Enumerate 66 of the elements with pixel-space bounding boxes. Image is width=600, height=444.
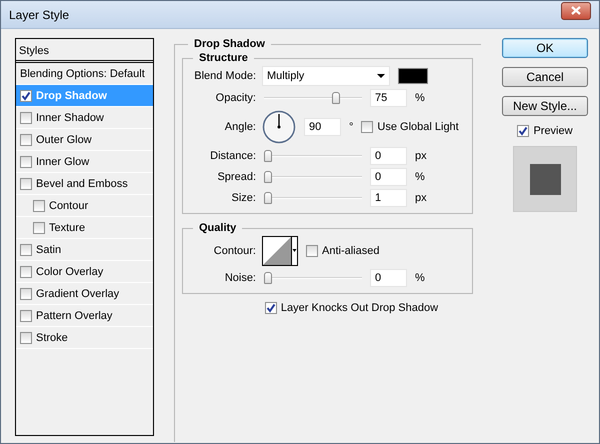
group-title: Quality — [198, 222, 238, 234]
value-field[interactable]: 0 — [370, 147, 407, 165]
field-label: Noise: — [224, 272, 256, 284]
value-field[interactable]: 0 — [370, 168, 407, 186]
value-field[interactable]: 1 — [370, 189, 407, 207]
check-icon — [21, 90, 31, 100]
style-list-item[interactable]: Bevel and Emboss — [16, 173, 153, 195]
slider-track[interactable] — [264, 191, 362, 205]
slider-thumb[interactable] — [264, 192, 272, 204]
angle-dial[interactable] — [262, 110, 296, 144]
field-label: Blend Mode: — [193, 70, 256, 82]
style-list-item[interactable]: Stroke — [16, 327, 153, 349]
style-list-item[interactable]: Pattern Overlay — [16, 305, 153, 327]
checkbox[interactable]: Anti-aliased — [306, 245, 380, 257]
slider-track[interactable] — [264, 271, 362, 285]
unit-label: ° — [349, 121, 354, 133]
slider-track[interactable] — [264, 91, 362, 105]
check-icon — [518, 126, 528, 136]
style-list-item[interactable]: Texture — [16, 217, 153, 239]
checkbox[interactable]: Layer Knocks Out Drop Shadow — [264, 302, 438, 314]
field-label: Size: — [230, 192, 256, 204]
field-label: Spread: — [216, 171, 256, 183]
preview-thumbnail — [513, 146, 577, 212]
dialog-button[interactable]: Cancel — [502, 67, 588, 87]
contour-picker[interactable] — [262, 236, 298, 266]
slider-thumb[interactable] — [264, 171, 272, 183]
style-list-item[interactable]: Satin — [16, 239, 153, 261]
close-button[interactable] — [561, 2, 591, 20]
checkbox[interactable]: Preview — [517, 125, 573, 137]
value-field[interactable]: 75 — [370, 89, 407, 107]
dialog-button[interactable]: New Style... — [502, 96, 588, 116]
list-header: Styles — [16, 39, 153, 63]
value-field[interactable]: 0 — [370, 269, 407, 287]
color-swatch[interactable] — [398, 68, 428, 84]
caret-icon — [291, 237, 297, 265]
unit-label: px — [415, 192, 427, 204]
field-label: Opacity: — [214, 92, 256, 104]
field-label: Angle: — [224, 121, 256, 133]
unit-label: % — [415, 171, 425, 183]
unit-label: px — [415, 150, 427, 162]
checkbox[interactable]: Use Global Light — [361, 121, 459, 133]
caret-icon — [377, 74, 385, 78]
close-icon — [571, 6, 581, 15]
style-list-item[interactable]: Color Overlay — [16, 261, 153, 283]
check-icon — [266, 303, 276, 313]
field-label: Distance: — [209, 150, 256, 162]
style-list-item[interactable]: Outer Glow — [16, 129, 153, 151]
slider-thumb[interactable] — [332, 92, 340, 104]
style-list-item[interactable]: Gradient Overlay — [16, 283, 153, 305]
value-field[interactable]: 90 — [304, 118, 341, 136]
blend-mode-dropdown[interactable]: Multiply — [262, 66, 390, 86]
group-title: Structure — [198, 52, 249, 64]
contour-curve-icon — [263, 237, 291, 265]
field-label: Contour: — [212, 245, 256, 257]
style-list-item[interactable]: Contour — [16, 195, 153, 217]
unit-label: % — [415, 92, 425, 104]
slider-thumb[interactable] — [264, 272, 272, 284]
dialog-button[interactable]: OK — [502, 38, 588, 58]
slider-track[interactable] — [264, 170, 362, 184]
unit-label: % — [415, 272, 425, 284]
style-list-item[interactable]: Inner Glow — [16, 151, 153, 173]
group-title: Drop Shadow — [193, 38, 266, 50]
slider-track[interactable] — [264, 149, 362, 163]
slider-thumb[interactable] — [264, 150, 272, 162]
style-list-item[interactable]: Inner Shadow — [16, 107, 153, 129]
window-title: Layer Style — [9, 8, 70, 22]
